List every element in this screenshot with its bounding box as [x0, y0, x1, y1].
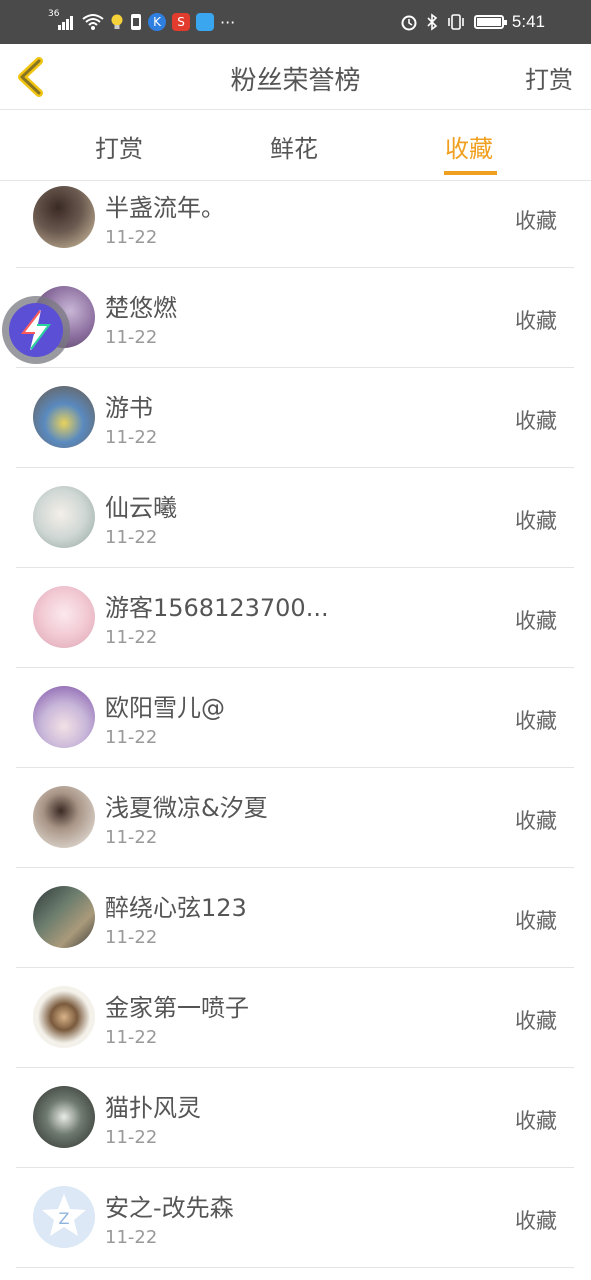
avatar: [33, 586, 95, 648]
alarm-icon: [401, 15, 417, 31]
fan-action: 收藏: [515, 809, 557, 833]
avatar: [33, 186, 95, 248]
avatar: [33, 1086, 95, 1148]
list-item[interactable]: 仙云曦 11-22 收藏: [16, 468, 574, 568]
list-item[interactable]: 醉绕心弦123 11-22 收藏: [16, 868, 574, 968]
list-item[interactable]: Z 安之-改先森 11-22 收藏: [16, 1168, 574, 1268]
list-item[interactable]: 欧阳雪儿@ 11-22 收藏: [16, 668, 574, 768]
fan-action: 收藏: [515, 1109, 557, 1133]
fan-name: 浅夏微凉&汐夏: [105, 794, 268, 822]
list-item[interactable]: 猫扑风灵 11-22 收藏: [16, 1068, 574, 1168]
fan-action: 收藏: [515, 1009, 557, 1033]
fan-date: 11-22: [105, 527, 158, 548]
fan-name: 游客1568123700...: [105, 594, 329, 622]
wifi-icon: [82, 14, 104, 30]
list-item[interactable]: 游客1568123700... 11-22 收藏: [16, 568, 574, 668]
signal-icon: 36: [48, 9, 76, 32]
fan-date: 11-22: [105, 1127, 158, 1148]
fan-date: 11-22: [105, 227, 158, 248]
list-item[interactable]: 金家第一喷子 11-22 收藏: [16, 968, 574, 1068]
reward-button[interactable]: 打赏: [525, 60, 573, 95]
fan-action: 收藏: [515, 609, 557, 633]
avatar: Z: [33, 1186, 95, 1248]
fan-date: 11-22: [105, 427, 158, 448]
fan-date: 11-22: [105, 1027, 158, 1048]
tab-reward[interactable]: 打赏: [95, 129, 143, 164]
status-right: 5:41: [400, 10, 545, 34]
list-item[interactable]: 半盏流年。 11-22 收藏: [16, 168, 574, 268]
fan-date: 11-22: [105, 827, 158, 848]
avatar: [33, 986, 95, 1048]
clock: 5:41: [511, 12, 545, 31]
list-item[interactable]: 浅夏微凉&汐夏 11-22 收藏: [16, 768, 574, 868]
blue-app-icon: [196, 13, 214, 31]
s-app-icon: S: [172, 13, 190, 31]
avatar: [33, 686, 95, 748]
fan-name: 醉绕心弦123: [105, 894, 247, 922]
fan-date: 11-22: [105, 727, 158, 748]
fan-action: 收藏: [515, 1209, 557, 1233]
fan-date: 11-22: [105, 627, 158, 648]
list-item[interactable]: 楚悠燃 11-22 收藏: [16, 268, 574, 368]
fan-name: 金家第一喷子: [105, 994, 249, 1022]
tab-collect[interactable]: 收藏: [445, 129, 493, 164]
bulb-icon: [111, 14, 123, 29]
more-indicator: ···: [220, 12, 236, 32]
fan-name: 猫扑风灵: [105, 1094, 201, 1122]
fan-action: 收藏: [515, 509, 557, 533]
bluetooth-icon: [427, 13, 438, 31]
fan-name: 仙云曦: [105, 494, 177, 522]
default-avatar-icon: Z: [42, 1194, 86, 1236]
avatar: [33, 786, 95, 848]
fan-name: 半盏流年。: [105, 194, 225, 222]
avatar: [33, 486, 95, 548]
fan-date: 11-22: [105, 1227, 158, 1248]
k-app-icon: K: [148, 13, 166, 31]
avatar: [33, 886, 95, 948]
floating-assistant-button[interactable]: [2, 296, 70, 364]
fan-action: 收藏: [515, 209, 557, 233]
avatar: [33, 386, 95, 448]
list-item[interactable]: 游书 11-22 收藏: [16, 368, 574, 468]
vibrate-icon: [448, 14, 464, 30]
network-type: 36: [48, 9, 60, 19]
fan-name: 游书: [105, 394, 153, 422]
header: 粉丝荣誉榜 打赏: [0, 44, 591, 110]
fan-date: 11-22: [105, 327, 158, 348]
floating-inner: [9, 303, 63, 357]
sim-icon: [131, 14, 141, 30]
lightning-icon: [20, 310, 51, 350]
fan-name: 楚悠燃: [105, 294, 177, 322]
status-left: 36 K S ···: [48, 9, 236, 34]
tab-flowers[interactable]: 鲜花: [270, 129, 318, 164]
fan-action: 收藏: [515, 709, 557, 733]
fan-list: 半盏流年。 11-22 收藏 楚悠燃 11-22 收藏 游书 11-22 收藏 …: [16, 168, 574, 1268]
fan-date: 11-22: [105, 927, 158, 948]
fan-action: 收藏: [515, 909, 557, 933]
battery-icon: [473, 15, 507, 29]
fan-name: 欧阳雪儿@: [105, 694, 225, 722]
svg-text:Z: Z: [59, 1209, 70, 1228]
page-title: 粉丝荣誉榜: [230, 66, 361, 96]
fan-action: 收藏: [515, 309, 557, 333]
status-bar: 36 K S ··· 5:41: [0, 0, 591, 44]
fan-name: 安之-改先森: [105, 1194, 234, 1222]
fan-action: 收藏: [515, 409, 557, 433]
